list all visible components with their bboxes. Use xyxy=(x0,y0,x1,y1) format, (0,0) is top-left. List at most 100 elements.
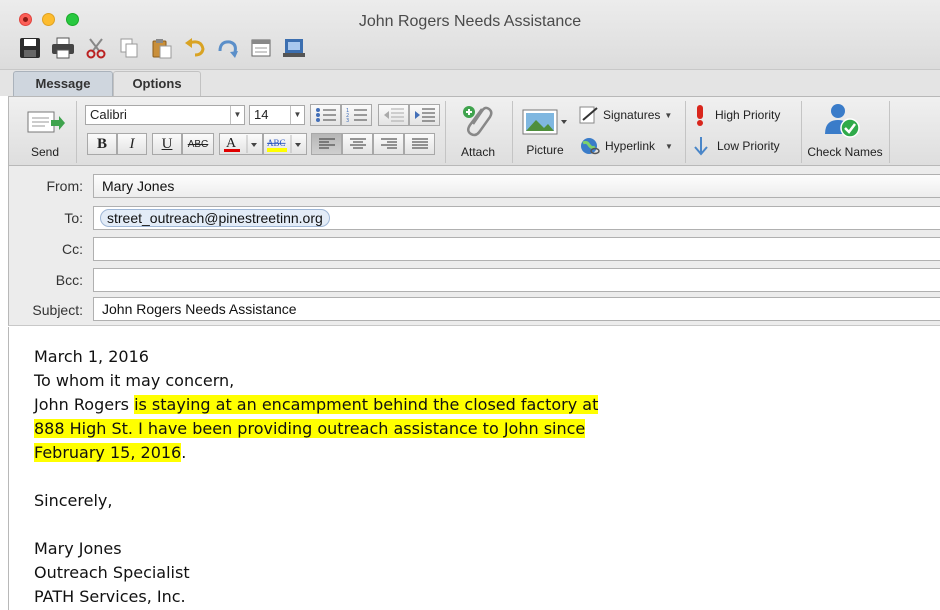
bold-button[interactable]: B xyxy=(87,133,117,155)
copy-icon[interactable] xyxy=(117,36,141,60)
body-date: March 1, 2016 xyxy=(34,347,149,366)
highlight-color-button[interactable]: ABC xyxy=(263,133,307,155)
increase-indent-icon xyxy=(414,108,435,122)
font-color-icon: A xyxy=(224,135,257,153)
body-paragraph-line: John Rogers is staying at an encampment … xyxy=(34,395,599,414)
picture-icon xyxy=(522,109,567,135)
highlighted-text: 888 High St. I have been providing outre… xyxy=(34,419,586,438)
to-label: To: xyxy=(64,210,83,226)
align-center-icon xyxy=(349,138,366,149)
ribbon-divider xyxy=(445,101,446,163)
print-icon[interactable] xyxy=(51,36,75,60)
attach-button[interactable] xyxy=(455,103,501,141)
font-color-button[interactable]: A xyxy=(219,133,263,155)
save-icon[interactable] xyxy=(18,36,42,60)
ribbon-divider xyxy=(889,101,890,163)
subject-field[interactable]: John Rogers Needs Assistance xyxy=(93,297,940,321)
increase-indent-button[interactable] xyxy=(409,104,440,126)
decrease-indent-button[interactable] xyxy=(378,104,409,126)
paperclip-icon xyxy=(463,106,493,137)
font-name-select[interactable]: Calibri ▼ xyxy=(85,105,245,125)
font-size-value: 14 xyxy=(254,107,269,122)
ribbon-divider xyxy=(685,101,686,163)
signature-organization: PATH Services, Inc. xyxy=(34,587,186,606)
ribbon-divider xyxy=(512,101,513,163)
cc-label: Cc: xyxy=(62,241,83,257)
align-right-icon xyxy=(380,138,397,149)
ribbon-divider xyxy=(76,101,77,163)
italic-button[interactable]: I xyxy=(117,133,147,155)
picture-button[interactable] xyxy=(520,105,570,139)
chevron-down-icon: ▼ xyxy=(290,106,304,124)
title-bar: John Rogers Needs Assistance xyxy=(0,0,940,70)
body-paragraph-line: 888 High St. I have been providing outre… xyxy=(34,419,586,438)
align-right-button[interactable] xyxy=(373,133,404,155)
send-receive-icon[interactable] xyxy=(282,36,306,60)
align-center-button[interactable] xyxy=(342,133,373,155)
tab-message[interactable]: Message xyxy=(13,71,113,96)
globe-link-icon xyxy=(581,138,600,155)
strikethrough-button[interactable]: ABC xyxy=(182,133,214,155)
cc-field[interactable] xyxy=(93,237,940,261)
chevron-down-icon: ▼ xyxy=(664,110,673,120)
send-icon xyxy=(27,111,65,133)
underline-button[interactable]: U xyxy=(152,133,182,155)
svg-text:A: A xyxy=(226,136,237,151)
chevron-down-icon: ▼ xyxy=(665,141,673,151)
decrease-indent-icon xyxy=(383,108,404,122)
tab-options[interactable]: Options xyxy=(113,71,201,96)
undo-icon[interactable] xyxy=(183,36,207,60)
numbered-list-icon: 123 xyxy=(346,108,367,123)
check-names-button[interactable] xyxy=(817,101,867,141)
recipient-chip[interactable]: street_outreach@pinestreetinn.org xyxy=(100,209,330,227)
highlighter-icon: ABC xyxy=(267,135,301,153)
low-priority-label: Low Priority xyxy=(717,139,780,153)
check-names-label: Check Names xyxy=(807,145,883,159)
to-field[interactable]: street_outreach@pinestreetinn.org xyxy=(93,206,940,230)
body-paragraph-line: February 15, 2016. xyxy=(34,443,186,462)
send-button[interactable] xyxy=(23,105,67,139)
message-header-fields: From: Mary Jones To: street_outreach@pin… xyxy=(8,166,940,326)
message-body[interactable]: March 1, 2016 To whom it may concern, Jo… xyxy=(8,327,940,610)
bullet-list-button[interactable] xyxy=(310,104,341,126)
high-priority-button[interactable]: High Priority xyxy=(693,104,797,126)
cut-icon[interactable] xyxy=(84,36,108,60)
picture-label: Picture xyxy=(526,143,564,157)
body-text: John Rogers xyxy=(34,395,135,414)
signature-title: Outreach Specialist xyxy=(34,563,190,582)
svg-text:3: 3 xyxy=(346,118,349,123)
align-left-icon xyxy=(318,138,335,149)
signatures-label: Signatures xyxy=(603,108,661,122)
send-label: Send xyxy=(30,145,60,159)
attach-label: Attach xyxy=(460,145,496,159)
align-left-button[interactable] xyxy=(311,133,342,155)
ribbon: Send Calibri ▼ 14 ▼ 123 B I U ABC A ABC xyxy=(8,96,940,166)
paste-icon[interactable] xyxy=(150,36,174,60)
signature-name: Mary Jones xyxy=(34,539,122,558)
font-name-value: Calibri xyxy=(90,107,127,122)
bullet-list-icon xyxy=(315,108,336,122)
from-field[interactable]: Mary Jones xyxy=(93,174,940,198)
high-priority-label: High Priority xyxy=(715,108,781,122)
redo-icon[interactable] xyxy=(216,36,240,60)
hyperlink-button[interactable]: Hyperlink ▼ xyxy=(579,135,679,157)
subject-label: Subject: xyxy=(32,302,83,318)
ribbon-tab-row: Message Options xyxy=(0,70,940,96)
low-priority-button[interactable]: Low Priority xyxy=(693,135,797,157)
window-title: John Rogers Needs Assistance xyxy=(358,13,582,30)
bcc-field[interactable] xyxy=(93,268,940,292)
signature-pen-icon xyxy=(579,106,598,124)
svg-text:ABC: ABC xyxy=(267,138,286,148)
exclamation-icon xyxy=(697,105,703,126)
font-size-select[interactable]: 14 ▼ xyxy=(249,105,305,125)
window-icon[interactable] xyxy=(249,36,273,60)
bcc-label: Bcc: xyxy=(55,272,83,288)
justify-button[interactable] xyxy=(404,133,435,155)
quick-access-toolbar xyxy=(18,36,306,60)
user-check-icon xyxy=(825,104,860,138)
signatures-button[interactable]: Signatures ▼ xyxy=(579,104,679,126)
body-closing: Sincerely, xyxy=(34,491,113,510)
body-text: . xyxy=(181,443,187,462)
numbered-list-button[interactable]: 123 xyxy=(341,104,372,126)
hyperlink-label: Hyperlink xyxy=(605,139,656,153)
